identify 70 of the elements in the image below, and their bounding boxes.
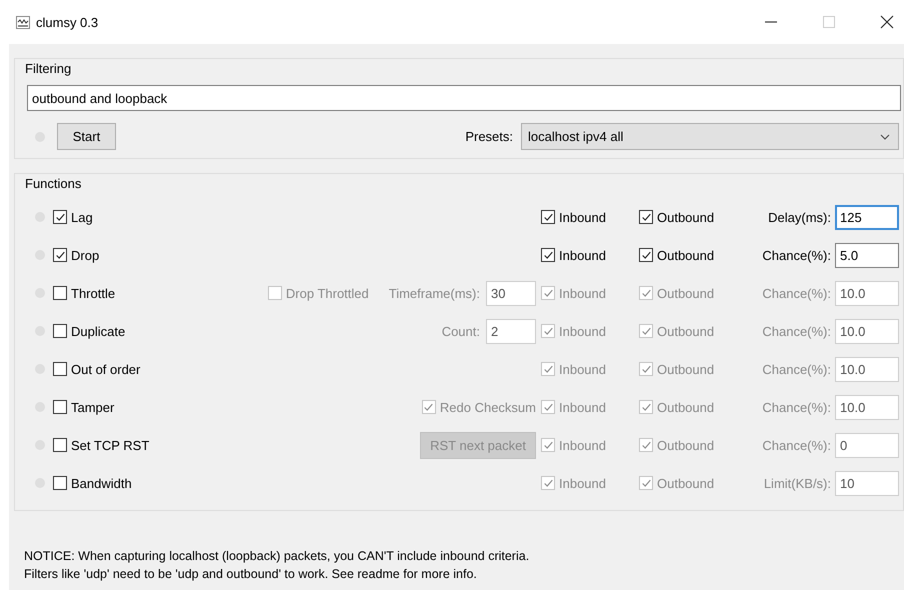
window-title: clumsy 0.3	[36, 14, 98, 30]
start-button[interactable]: Start	[57, 123, 116, 150]
checkbox[interactable]	[53, 400, 67, 414]
field-label: Timeframe(ms):	[388, 286, 480, 300]
direction-label: Inbound	[559, 400, 606, 414]
direction-label: Outbound	[657, 248, 714, 262]
function-label: Duplicate	[71, 324, 126, 338]
checkbox[interactable]	[541, 248, 555, 262]
text-field[interactable]: 0	[835, 432, 899, 458]
notice-text: Filters like 'udp' need to be 'udp and outbound' to work. See readme for more info.	[24, 566, 478, 583]
direction-label: Inbound	[559, 210, 606, 224]
checkbox[interactable]	[53, 476, 67, 490]
function-label: Out of order	[71, 362, 140, 376]
text-field[interactable]: 10	[835, 470, 899, 496]
field-label: Chance(%):	[761, 248, 832, 262]
direction-label: Inbound	[559, 324, 606, 338]
direction-label: Outbound	[657, 438, 714, 452]
notice-text: NOTICE: When capturing localhost (loopback) packets, you CAN'T include inbound criteria.	[24, 548, 530, 565]
function-label: Tamper	[71, 400, 114, 414]
checkbox[interactable]	[541, 210, 555, 224]
function-label: Set TCP RST	[71, 438, 150, 452]
direction-label: Outbound	[657, 324, 714, 338]
direction-label: Inbound	[559, 286, 606, 300]
text-field[interactable]: 2	[486, 318, 536, 344]
field-label: Chance(%):	[761, 324, 832, 338]
field-label: Chance(%):	[761, 286, 832, 300]
field-label: Limit(KB/s):	[762, 476, 832, 490]
group-title: Functions	[25, 176, 82, 192]
text-field[interactable]: 10.0	[835, 356, 899, 382]
presets-dropdown[interactable]: localhost ipv4 all	[521, 123, 899, 150]
checkbox[interactable]	[639, 248, 653, 262]
direction-label: Outbound	[657, 400, 714, 414]
text-field[interactable]: 10.0	[835, 318, 899, 344]
direction-label: Outbound	[657, 476, 714, 490]
checkbox[interactable]	[53, 438, 67, 452]
function-label: Lag	[71, 210, 93, 224]
direction-label: Inbound	[559, 476, 606, 490]
wave-icon	[16, 16, 30, 28]
text-field[interactable]: 10.0	[835, 280, 899, 306]
direction-label: Inbound	[559, 438, 606, 452]
field-label: Chance(%):	[761, 400, 832, 414]
close-icon[interactable]	[880, 15, 894, 29]
function-label: Throttle	[71, 286, 116, 300]
direction-label: Outbound	[657, 286, 714, 300]
text-field[interactable]: 125	[835, 204, 899, 230]
field-label: Delay(ms):	[767, 210, 832, 224]
presets-label: Presets:	[465, 129, 513, 144]
checkbox[interactable]	[53, 324, 67, 338]
text-field[interactable]: 30	[486, 280, 536, 306]
field-label: Count:	[442, 324, 480, 338]
direction-label: Outbound	[657, 210, 714, 224]
function-label: Bandwidth	[71, 476, 132, 490]
text-field[interactable]: 10.0	[835, 394, 899, 420]
checkbox[interactable]	[53, 248, 67, 262]
checkbox[interactable]	[53, 210, 67, 224]
caret-icon[interactable]	[880, 134, 890, 140]
function-label: Drop	[71, 248, 100, 262]
direction-label: Inbound	[559, 362, 606, 376]
direction-label: Inbound	[559, 248, 606, 262]
group-title: Filtering	[25, 61, 72, 77]
filter-field[interactable]: outbound and loopback	[27, 85, 901, 111]
checkbox[interactable]	[53, 286, 67, 300]
option-label: Redo Checksum	[440, 400, 536, 414]
checkbox[interactable]	[639, 210, 653, 224]
field-label: Chance(%):	[761, 438, 832, 452]
field-label: Chance(%):	[761, 362, 832, 376]
checkbox[interactable]	[53, 362, 67, 376]
direction-label: Outbound	[657, 362, 714, 376]
option-label: Drop Throttled	[286, 286, 369, 300]
text-field[interactable]: 5.0	[835, 242, 899, 268]
